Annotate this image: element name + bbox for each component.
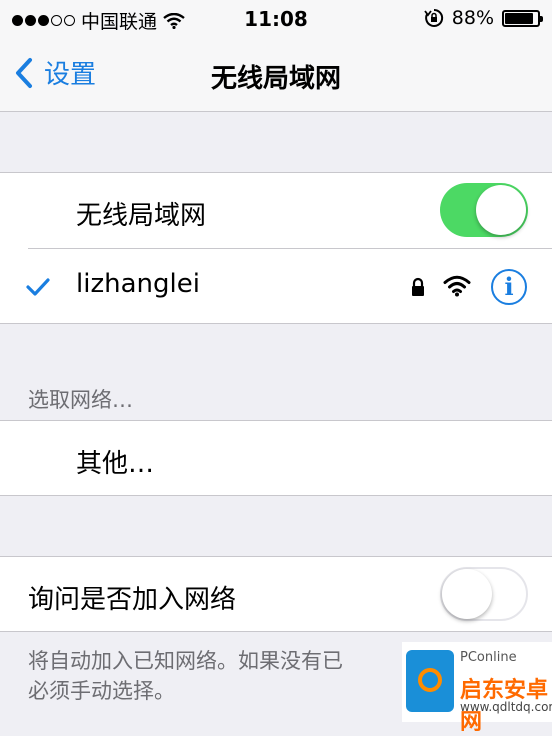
status-right: 88% xyxy=(424,7,543,29)
connected-network-row[interactable]: lizhanglei i xyxy=(0,249,552,324)
page-title: 无线局域网 xyxy=(210,64,341,94)
wifi-signal-icon xyxy=(443,275,471,297)
ask-to-join-toggle-knob xyxy=(442,569,492,619)
wifi-toggle-knob xyxy=(476,185,526,235)
battery-percent: 88% xyxy=(451,7,494,29)
wifi-group: 无线局域网 lizhanglei i xyxy=(0,172,552,324)
checkmark-icon xyxy=(26,278,50,296)
lock-icon xyxy=(412,277,424,296)
rotation-lock-icon xyxy=(424,8,443,27)
ask-to-join-toggle[interactable] xyxy=(440,567,528,621)
other-network-row[interactable]: 其他… xyxy=(0,421,552,495)
ask-to-join-label: 询问是否加入网络 xyxy=(28,585,237,615)
watermark-url: www.qdltdq.com xyxy=(460,700,552,714)
ask-to-join-group: 询问是否加入网络 xyxy=(0,556,552,632)
info-button[interactable]: i xyxy=(491,269,527,305)
battery-icon xyxy=(502,9,543,27)
wifi-toggle[interactable] xyxy=(440,183,528,237)
section-header-choose-network: 选取网络… xyxy=(28,388,133,412)
ask-to-join-row: 询问是否加入网络 xyxy=(0,557,552,631)
choose-network-group: 其他… xyxy=(0,420,552,496)
network-name: lizhanglei xyxy=(76,269,200,299)
watermark: PConline 启东安卓网 www.qdltdq.com xyxy=(402,642,552,735)
status-bar: 中国联通 11:08 88% xyxy=(0,0,552,38)
wifi-toggle-row: 无线局域网 xyxy=(0,173,552,248)
watermark-logo-icon xyxy=(406,650,454,712)
watermark-brand: PConline xyxy=(460,650,517,665)
navigation-bar: 设置 无线局域网 xyxy=(0,38,552,112)
other-network-label: 其他… xyxy=(76,449,155,479)
wifi-toggle-label: 无线局域网 xyxy=(76,201,207,231)
